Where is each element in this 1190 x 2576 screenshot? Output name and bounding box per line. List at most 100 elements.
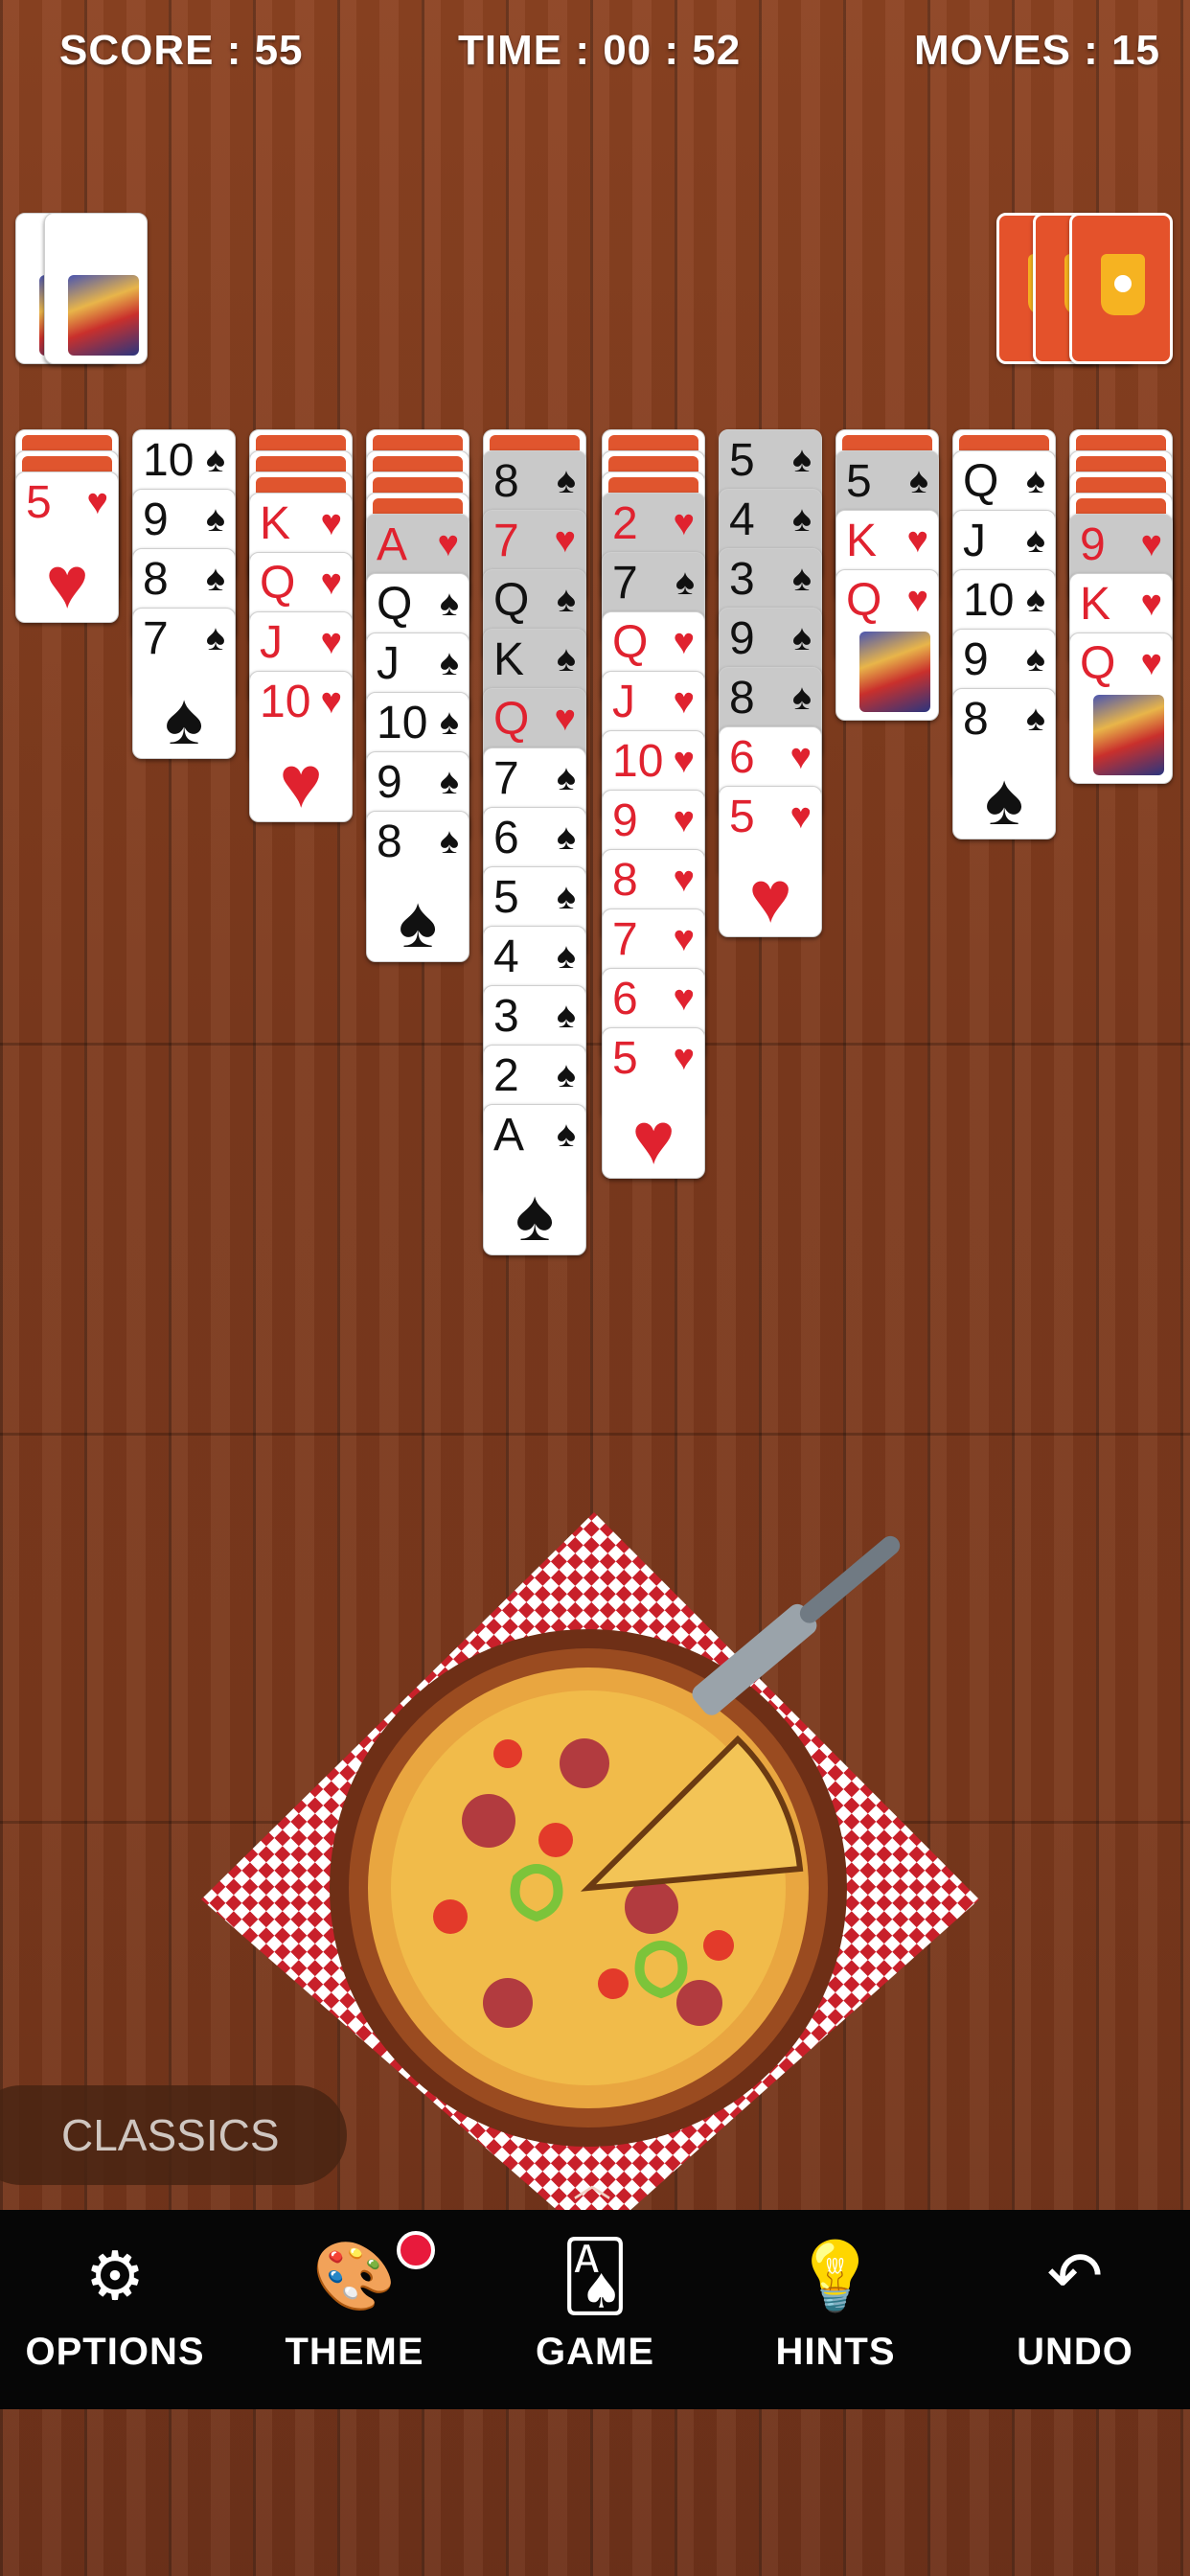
spade-suit-icon: ♠ [205, 499, 225, 540]
heart-suit-icon: ♥ [673, 919, 695, 959]
heart-suit-icon: ♥ [673, 1038, 695, 1078]
hints-button[interactable]: 💡 HINTS [740, 2233, 931, 2374]
game-button[interactable]: 🂡 GAME [499, 2233, 691, 2374]
card-rank: A [377, 519, 408, 570]
undo-button[interactable]: ↶ UNDO [979, 2233, 1171, 2374]
cards-icon: 🂡 [561, 2239, 629, 2313]
card-rank: 9 [1080, 519, 1106, 570]
card-rank: 7 [493, 516, 519, 566]
card-rank: 9 [963, 634, 989, 685]
theme-label: THEME [285, 2331, 424, 2373]
plank-seam [0, 1433, 1190, 1436]
spade-suit-icon: ♠ [556, 877, 576, 917]
chevron-up-icon[interactable]: ︿ [573, 2152, 611, 2208]
card-Q-hearts[interactable]: Q ♥ [835, 569, 939, 721]
classics-button[interactable]: CLASSICS [0, 2085, 347, 2185]
card-rank: 2 [493, 1050, 519, 1101]
card-Q-hearts[interactable]: Q ♥ [1069, 632, 1173, 784]
card-rank: K [260, 498, 291, 549]
heart-suit-icon: ♥ [673, 860, 695, 900]
card-rank: 6 [729, 732, 755, 783]
spade-suit-icon: ♠ [791, 499, 812, 540]
heart-suit-icon: ♥ [554, 699, 576, 739]
spade-suit-icon: ♠ [556, 936, 576, 977]
card-rank: Q [493, 694, 530, 745]
heart-suit-icon: ♥ [673, 681, 695, 722]
time-label: TIME : 00 : 52 [458, 27, 742, 74]
spade-suit-icon: ♠ [556, 996, 576, 1036]
undo-label: UNDO [1017, 2331, 1133, 2373]
card-rank: 10 [963, 575, 1015, 626]
card-10-hearts[interactable]: 10 ♥ ♥ [249, 671, 353, 822]
spade-suit-icon: ♠ [439, 821, 459, 862]
spade-suit-icon: ♠ [556, 461, 576, 501]
spade-suit-icon: ♠ [1025, 639, 1045, 679]
heart-suit-icon: ♥ [631, 1098, 675, 1179]
card-rank: 5 [493, 872, 519, 923]
card-rank: J [612, 677, 635, 727]
card-rank: Q [612, 617, 649, 668]
card-rank: Q [493, 575, 530, 626]
spade-suit-icon: ♠ [556, 1055, 576, 1095]
card-rank: 5 [729, 435, 755, 486]
card-rank: 8 [612, 855, 638, 906]
card-5-hearts[interactable]: 5 ♥ ♥ [15, 472, 119, 623]
heart-suit-icon: ♥ [320, 503, 342, 543]
hints-label: HINTS [775, 2331, 896, 2373]
spade-suit-icon: ♠ [556, 758, 576, 798]
spade-suit-icon: ♠ [675, 563, 695, 603]
card-rank: Q [1080, 638, 1116, 689]
heart-suit-icon: ♥ [673, 800, 695, 840]
spade-suit-icon: ♠ [908, 461, 928, 501]
card-8-spades[interactable]: 8 ♠ ♠ [952, 688, 1056, 840]
card-rank: 5 [612, 1033, 638, 1084]
card-rank: 8 [377, 816, 402, 867]
card-rank: J [963, 516, 986, 566]
lightbulb-icon: 💡 [793, 2239, 878, 2313]
heart-suit-icon: ♥ [86, 482, 108, 522]
card-A-spades[interactable]: A ♠ ♠ [483, 1104, 586, 1255]
spade-suit-icon: ♠ [1025, 520, 1045, 561]
card-rank: 9 [377, 757, 402, 808]
spade-suit-icon: ♠ [1025, 461, 1045, 501]
card-rank: 5 [729, 792, 755, 842]
heart-suit-icon: ♥ [554, 520, 576, 561]
card-rank: 10 [143, 435, 195, 486]
card-rank: 5 [846, 456, 872, 507]
card-rank: Q [260, 558, 296, 609]
heart-suit-icon: ♥ [320, 622, 342, 662]
score-label: SCORE : 55 [59, 27, 304, 74]
card-rank: 8 [493, 456, 519, 507]
coffee-cup-icon [1101, 254, 1145, 315]
card-rank: K [493, 634, 525, 685]
card-rank: 10 [612, 736, 664, 787]
plank-seam [0, 1043, 1190, 1046]
card-8-spades[interactable]: 8 ♠ ♠ [366, 811, 469, 962]
spade-suit-icon: ♠ [556, 817, 576, 858]
card-rank: Q [846, 575, 882, 626]
spade-suit-icon: ♠ [791, 559, 812, 599]
spade-suit-icon: ♠ [205, 559, 225, 599]
spade-suit-icon: ♠ [205, 618, 225, 658]
spade-suit-icon: ♠ [164, 678, 204, 759]
moves-label: MOVES : 15 [914, 27, 1160, 74]
spade-suit-icon: ♠ [1025, 699, 1045, 739]
card-rank: J [377, 638, 400, 689]
queen-face-art [68, 275, 139, 356]
spade-suit-icon: ♠ [791, 618, 812, 658]
card-rank: 10 [260, 677, 311, 727]
heart-suit-icon: ♥ [1140, 524, 1162, 564]
card-7-spades[interactable]: 7 ♠ ♠ [132, 608, 236, 759]
options-button[interactable]: ⚙ OPTIONS [19, 2233, 211, 2374]
card-rank: 9 [729, 613, 755, 664]
heart-suit-icon: ♥ [673, 741, 695, 781]
card-rank: 2 [612, 498, 638, 549]
spade-suit-icon: ♠ [791, 678, 812, 718]
stock-card[interactable] [1069, 213, 1173, 364]
card-rank: A [493, 1110, 525, 1161]
card-rank: 4 [729, 494, 755, 545]
card-5-hearts[interactable]: 5 ♥ ♥ [719, 786, 822, 937]
heart-suit-icon: ♥ [320, 681, 342, 722]
card-5-hearts[interactable]: 5 ♥ ♥ [602, 1027, 705, 1179]
queen-face-art [859, 632, 930, 712]
